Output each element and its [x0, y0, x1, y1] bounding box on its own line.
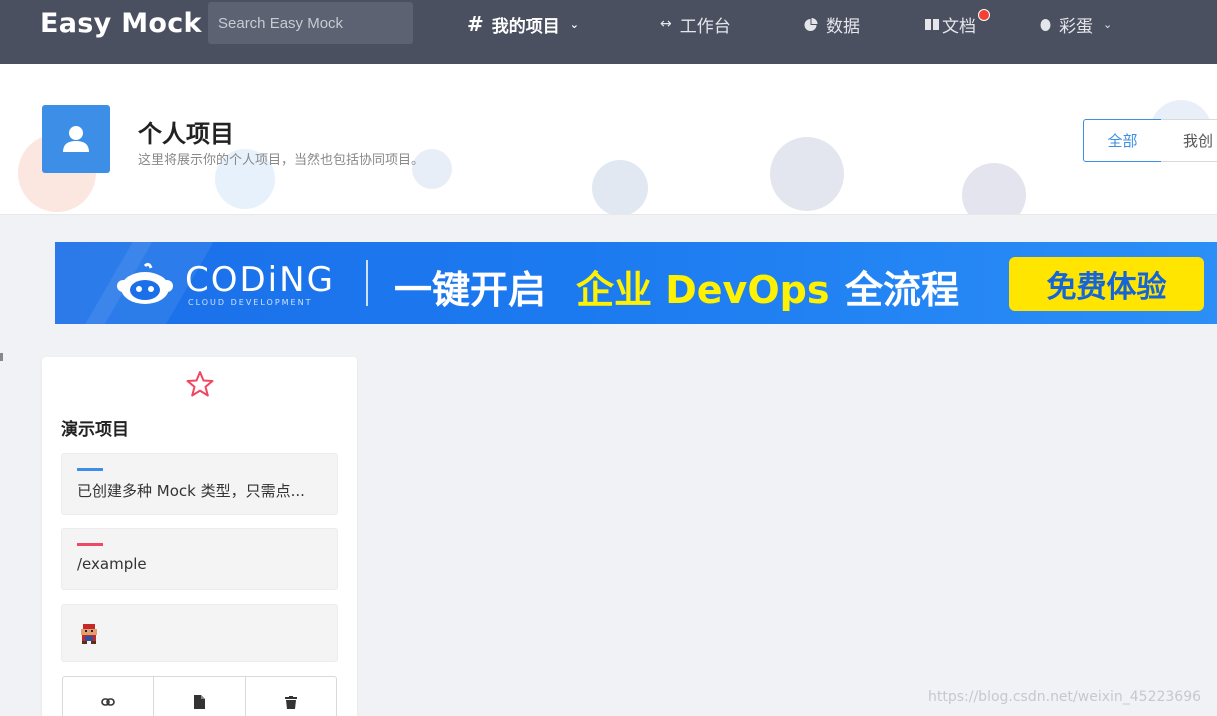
project-title: 演示项目	[61, 420, 129, 440]
delete-project-button[interactable]	[246, 677, 336, 716]
edge-marker	[0, 353, 3, 361]
description-bar	[77, 468, 103, 471]
nav-workbench[interactable]: ↔ 工作台	[660, 12, 731, 37]
chevron-down-icon: ⌄	[1103, 17, 1113, 31]
watermark: https://blog.csdn.net/weixin_45223696	[928, 689, 1202, 705]
decor-bubble	[592, 160, 648, 214]
link-icon	[101, 698, 115, 706]
banner-text-2: 企业 DevOps	[576, 268, 830, 312]
avatar	[42, 105, 110, 173]
nav-docs-label: 文档	[942, 16, 976, 37]
file-icon	[193, 695, 205, 709]
coding-monkey-logo	[117, 262, 173, 304]
page-title: 个人项目	[138, 120, 234, 148]
code-arrows-icon: ↔	[660, 16, 672, 32]
nav-docs[interactable]: 文档	[925, 12, 976, 37]
nav-my-projects[interactable]: # 我的项目 ⌄	[467, 12, 579, 37]
copy-link-button[interactable]	[63, 677, 155, 716]
top-nav: Easy Mock # 我的项目 ⌄ ↔ 工作台 数据 文档 彩蛋 ⌄	[0, 0, 1217, 64]
user-icon	[63, 126, 89, 152]
member-avatar-icon	[81, 624, 97, 644]
copy-project-button[interactable]	[154, 677, 246, 716]
banner-brand-sub: CLOUD DEVELOPMENT	[188, 298, 313, 307]
nav-easter-egg[interactable]: 彩蛋 ⌄	[1040, 12, 1113, 37]
decor-bubble	[962, 163, 1026, 214]
notification-dot	[978, 9, 990, 21]
filter-all-button[interactable]: 全部	[1083, 119, 1162, 162]
banner-divider	[366, 260, 368, 306]
project-members-box	[61, 604, 338, 662]
search-input[interactable]	[208, 2, 413, 44]
banner-text-3: 全流程	[845, 268, 960, 312]
nav-my-projects-label: 我的项目	[491, 16, 560, 37]
project-card[interactable]: 演示项目 已创建多种 Mock 类型，只需点... /example	[42, 357, 357, 716]
hash-icon: #	[467, 12, 484, 36]
project-url: /example	[77, 555, 147, 573]
book-icon	[925, 18, 939, 31]
app-logo[interactable]: Easy Mock	[40, 8, 202, 39]
nav-workbench-label: 工作台	[679, 16, 731, 37]
filter-mine-button[interactable]: 我创	[1161, 119, 1217, 162]
page-header: 个人项目 这里将展示你的个人项目，当然也包括协同项目。 全部 我创	[0, 64, 1217, 215]
nav-data[interactable]: 数据	[803, 12, 860, 37]
project-description-box: 已创建多种 Mock 类型，只需点...	[61, 453, 338, 515]
nav-easter-egg-label: 彩蛋	[1059, 16, 1093, 37]
pie-chart-icon	[803, 17, 818, 31]
page-subtitle: 这里将展示你的个人项目，当然也包括协同项目。	[138, 153, 425, 168]
banner-brand: CODiNG	[185, 260, 335, 300]
url-bar	[77, 543, 103, 546]
banner-text-1: 一键开启	[394, 268, 547, 312]
project-description: 已创建多种 Mock 类型，只需点...	[77, 482, 305, 500]
trash-icon	[284, 695, 297, 709]
promo-banner[interactable]: CODiNG CLOUD DEVELOPMENT 一键开启 企业 DevOps …	[55, 242, 1217, 324]
project-actions	[62, 676, 337, 716]
decor-bubble	[770, 137, 844, 211]
egg-icon	[1040, 17, 1051, 31]
star-icon[interactable]	[185, 369, 215, 399]
chevron-down-icon: ⌄	[569, 17, 579, 31]
project-url-box: /example	[61, 528, 338, 590]
banner-cta-button[interactable]: 免费体验	[1009, 257, 1204, 311]
nav-data-label: 数据	[826, 16, 860, 37]
